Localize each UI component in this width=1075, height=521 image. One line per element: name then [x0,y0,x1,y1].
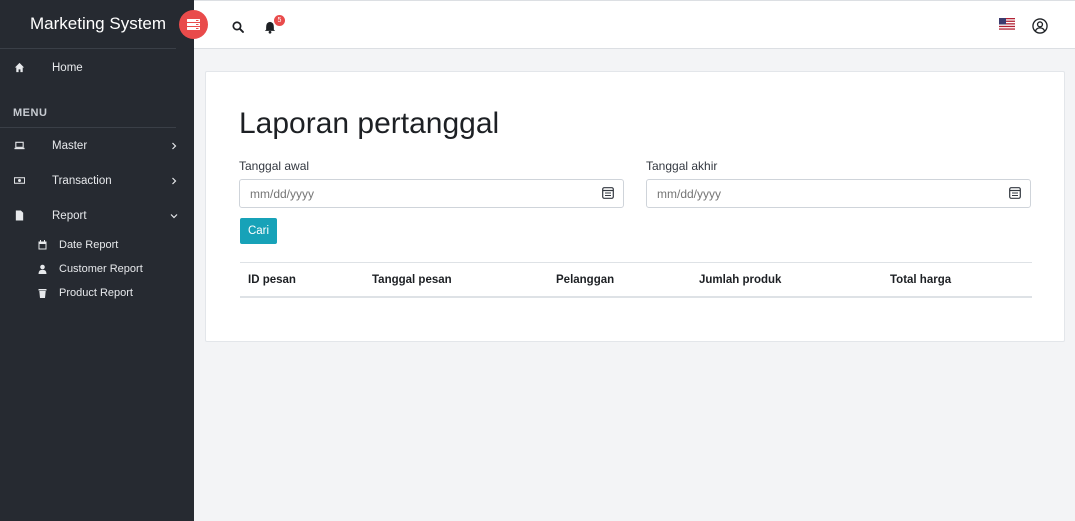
end-date-input[interactable] [646,179,1031,208]
money-icon [13,175,25,187]
calendar-picker-icon[interactable] [1009,186,1021,199]
topbar: 5 [194,0,1075,49]
menu-icon [187,19,200,30]
calendar-icon [38,240,48,250]
laptop-icon [13,140,25,152]
sidebar-subitem-product-report[interactable]: Product Report [0,281,194,305]
sidebar: Marketing System Home MENU Master Transa… [0,0,194,521]
sidebar-subitem-label: Date Report [59,239,119,251]
chevron-right-icon [172,142,177,149]
chevron-down-icon [170,213,178,218]
sidebar-subitem-label: Customer Report [59,263,143,275]
column-header-order-id[interactable]: ID pesan [248,274,296,286]
chevron-right-icon [172,177,177,184]
file-icon [13,210,25,222]
sidebar-subitem-date-report[interactable]: Date Report [0,233,194,257]
sidebar-item-master[interactable]: Master [0,128,194,163]
report-card: Laporan pertanggal Tanggal awal Tanggal … [205,71,1065,342]
page-title: Laporan pertanggal [239,107,500,140]
user-icon [38,264,48,274]
trash-icon [38,288,48,298]
sidebar-item-report[interactable]: Report [0,198,194,233]
us-flag-icon[interactable] [999,18,1015,30]
end-date-label: Tanggal akhir [646,159,718,173]
brand-title[interactable]: Marketing System [0,0,176,49]
sidebar-item-label: Report [52,209,87,222]
home-icon [13,62,25,74]
sidebar-item-label: Master [52,139,88,152]
column-header-product-count[interactable]: Jumlah produk [699,274,781,286]
sidebar-subitem-customer-report[interactable]: Customer Report [0,257,194,281]
search-button[interactable]: Cari [240,218,277,244]
user-circle-icon[interactable] [1031,17,1048,34]
search-icon[interactable] [231,20,245,34]
menu-header: MENU [13,107,48,119]
sidebar-subitem-label: Product Report [59,287,133,299]
notification-badge: 5 [274,15,285,26]
sidebar-item-label: Transaction [52,174,112,187]
start-date-label: Tanggal awal [239,159,310,173]
calendar-picker-icon[interactable] [602,186,614,199]
sidebar-item-home[interactable]: Home [0,50,194,85]
sidebar-item-transaction[interactable]: Transaction [0,163,194,198]
column-header-order-date[interactable]: Tanggal pesan [372,274,452,286]
start-date-input[interactable] [239,179,624,208]
sidebar-toggle-button[interactable] [179,10,208,39]
report-table-header: ID pesan Tanggal pesan Pelanggan Jumlah … [240,262,1032,298]
column-header-total-price[interactable]: Total harga [890,274,951,286]
column-header-customer[interactable]: Pelanggan [556,274,614,286]
sidebar-item-label: Home [52,61,83,74]
